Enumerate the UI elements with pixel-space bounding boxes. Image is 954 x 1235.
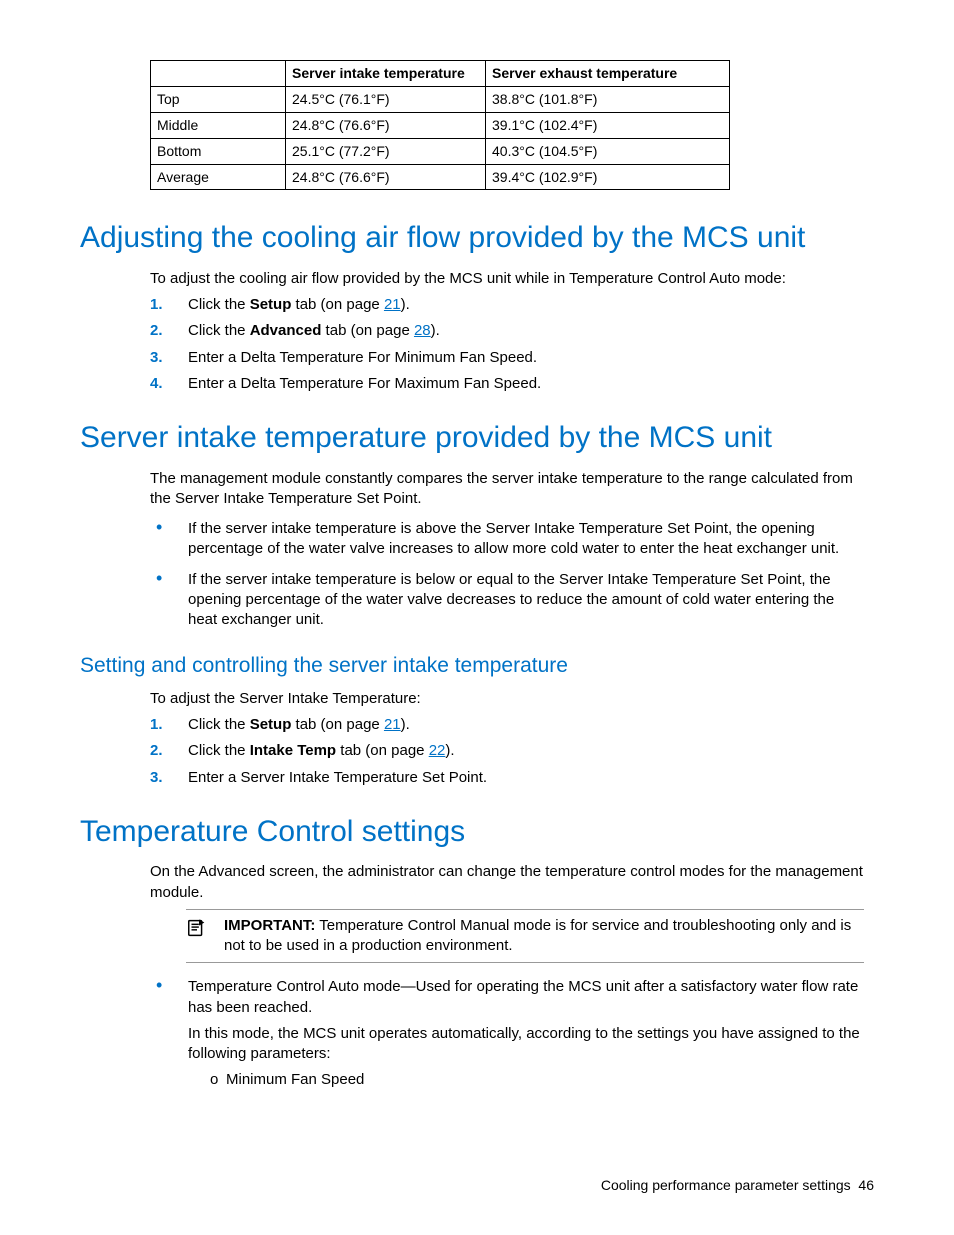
page: Server intake temperature Server exhaust…	[0, 0, 954, 1235]
step-text: Enter a Server Intake Temperature Set Po…	[188, 769, 487, 786]
heading-adjust-cooling: Adjusting the cooling air flow provided …	[80, 218, 874, 259]
row-label: Top	[151, 86, 286, 112]
heading-server-intake: Server intake temperature provided by th…	[80, 418, 874, 459]
step-item: 4. Enter a Delta Temperature For Maximum…	[150, 374, 864, 394]
step-text: tab (on page	[336, 742, 429, 759]
bold-term: Setup	[250, 716, 292, 733]
setting-section: To adjust the Server Intake Temperature:…	[150, 689, 864, 788]
intake-cell: 24.8°C (76.6°F)	[286, 112, 486, 138]
step-text: ).	[445, 742, 454, 759]
exhaust-cell: 39.4°C (102.9°F)	[486, 164, 730, 190]
step-item: 2. Click the Advanced tab (on page 28).	[150, 321, 864, 341]
paragraph: In this mode, the MCS unit operates auto…	[188, 1024, 864, 1065]
paragraph: Temperature Control Auto mode—Used for o…	[188, 977, 864, 1018]
temperature-table: Server intake temperature Server exhaust…	[150, 60, 730, 190]
table-header: Server exhaust temperature	[486, 61, 730, 87]
steps-list: 1. Click the Setup tab (on page 21). 2. …	[150, 715, 864, 788]
step-text: Enter a Delta Temperature For Maximum Fa…	[188, 375, 541, 392]
footer-section: Cooling performance parameter settings	[601, 1177, 851, 1193]
intake-cell: 25.1°C (77.2°F)	[286, 138, 486, 164]
row-label: Average	[151, 164, 286, 190]
footer-page-number: 46	[858, 1177, 874, 1193]
footer: Cooling performance parameter settings 4…	[601, 1176, 874, 1195]
step-text: tab (on page	[291, 296, 384, 313]
step-number: 3.	[150, 348, 163, 368]
step-text: ).	[431, 322, 440, 339]
step-text: Click the	[188, 322, 250, 339]
row-label: Middle	[151, 112, 286, 138]
adjust-section: To adjust the cooling air flow provided …	[150, 269, 864, 394]
important-text: IMPORTANT: Temperature Control Manual mo…	[224, 916, 864, 957]
paragraph: On the Advanced screen, the administrato…	[150, 862, 864, 903]
list-item: Temperature Control Auto mode—Used for o…	[150, 977, 864, 1090]
bullet-list: Temperature Control Auto mode—Used for o…	[150, 977, 864, 1090]
step-number: 1.	[150, 715, 163, 735]
bold-term: Advanced	[250, 322, 322, 339]
list-item: If the server intake temperature is belo…	[150, 570, 864, 631]
sub-list: oMinimum Fan Speed	[210, 1070, 864, 1090]
step-number: 3.	[150, 768, 163, 788]
step-number: 1.	[150, 295, 163, 315]
step-number: 2.	[150, 321, 163, 341]
important-callout: IMPORTANT: Temperature Control Manual mo…	[186, 909, 864, 964]
sub-bullet: o	[210, 1070, 226, 1090]
step-number: 2.	[150, 741, 163, 761]
exhaust-cell: 38.8°C (101.8°F)	[486, 86, 730, 112]
row-label: Bottom	[151, 138, 286, 164]
important-body: Temperature Control Manual mode is for s…	[224, 917, 851, 954]
exhaust-cell: 39.1°C (102.4°F)	[486, 112, 730, 138]
table-row: Average 24.8°C (76.6°F) 39.4°C (102.9°F)	[151, 164, 730, 190]
table-header: Server intake temperature	[286, 61, 486, 87]
page-link[interactable]: 21	[384, 716, 401, 733]
sub-item-text: Minimum Fan Speed	[226, 1071, 364, 1088]
step-number: 4.	[150, 374, 163, 394]
step-text: tab (on page	[321, 322, 414, 339]
tempctl-section: On the Advanced screen, the administrato…	[150, 862, 864, 1090]
bold-term: Intake Temp	[250, 742, 336, 759]
intake-section: The management module constantly compare…	[150, 469, 864, 631]
step-text: tab (on page	[291, 716, 384, 733]
heading-temp-control: Temperature Control settings	[80, 812, 874, 853]
step-text: Click the	[188, 742, 250, 759]
table-header-row: Server intake temperature Server exhaust…	[151, 61, 730, 87]
table-row: Middle 24.8°C (76.6°F) 39.1°C (102.4°F)	[151, 112, 730, 138]
intake-cell: 24.5°C (76.1°F)	[286, 86, 486, 112]
important-label: IMPORTANT:	[224, 917, 315, 934]
paragraph: To adjust the cooling air flow provided …	[150, 269, 864, 289]
table-header	[151, 61, 286, 87]
heading-setting-intake: Setting and controlling the server intak…	[80, 652, 874, 680]
list-item: If the server intake temperature is abov…	[150, 519, 864, 560]
steps-list: 1. Click the Setup tab (on page 21). 2. …	[150, 295, 864, 394]
intake-cell: 24.8°C (76.6°F)	[286, 164, 486, 190]
step-text: ).	[401, 716, 410, 733]
step-item: 3. Enter a Server Intake Temperature Set…	[150, 768, 864, 788]
paragraph: To adjust the Server Intake Temperature:	[150, 689, 864, 709]
step-item: 2. Click the Intake Temp tab (on page 22…	[150, 741, 864, 761]
step-text: Click the	[188, 296, 250, 313]
exhaust-cell: 40.3°C (104.5°F)	[486, 138, 730, 164]
bullet-list: If the server intake temperature is abov…	[150, 519, 864, 630]
table-row: Bottom 25.1°C (77.2°F) 40.3°C (104.5°F)	[151, 138, 730, 164]
step-text: Enter a Delta Temperature For Minimum Fa…	[188, 349, 537, 366]
page-link[interactable]: 22	[429, 742, 446, 759]
step-item: 3. Enter a Delta Temperature For Minimum…	[150, 348, 864, 368]
table-row: Top 24.5°C (76.1°F) 38.8°C (101.8°F)	[151, 86, 730, 112]
step-item: 1. Click the Setup tab (on page 21).	[150, 715, 864, 735]
page-link[interactable]: 21	[384, 296, 401, 313]
bold-term: Setup	[250, 296, 292, 313]
step-item: 1. Click the Setup tab (on page 21).	[150, 295, 864, 315]
step-text: Click the	[188, 716, 250, 733]
page-link[interactable]: 28	[414, 322, 431, 339]
important-icon	[186, 917, 208, 957]
step-text: ).	[401, 296, 410, 313]
paragraph: The management module constantly compare…	[150, 469, 864, 510]
